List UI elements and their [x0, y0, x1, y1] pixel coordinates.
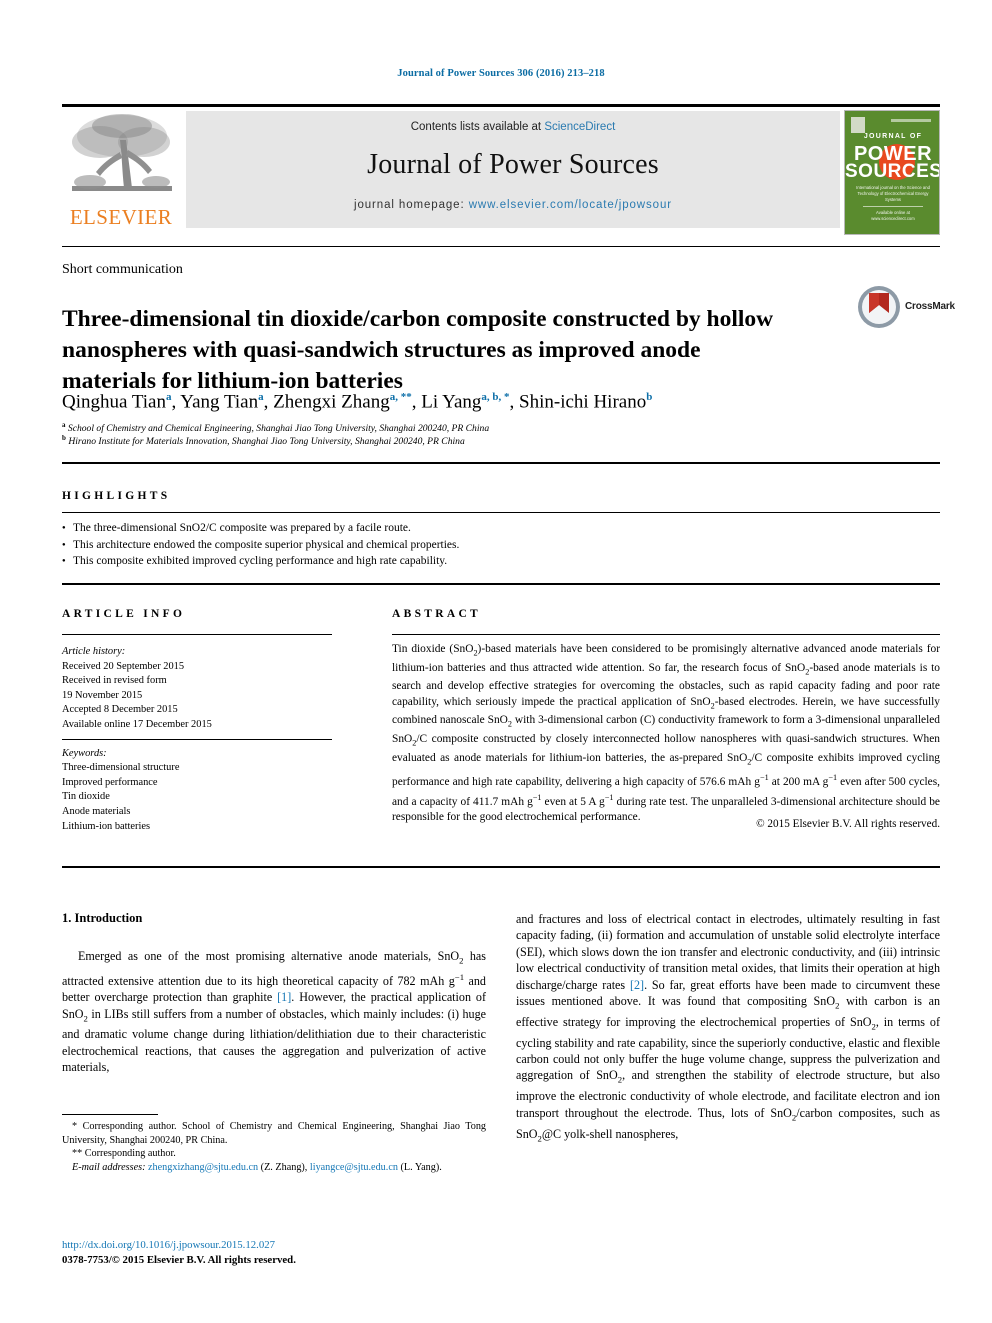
author-marks: a — [166, 391, 172, 403]
citation-link[interactable]: [1] — [277, 990, 291, 1004]
masthead-band: Contents lists available at ScienceDirec… — [186, 111, 840, 228]
abstract-label: ABSTRACT — [392, 608, 482, 620]
journal-homepage-line: journal homepage: www.elsevier.com/locat… — [186, 199, 840, 211]
keyword-item: Lithium-ion batteries — [62, 820, 151, 832]
paper-page: Journal of Power Sources 306 (2016) 213–… — [0, 0, 992, 1323]
author-list: Qinghua Tiana, Yang Tiana, Zhengxi Zhang… — [62, 391, 653, 413]
footnote-corresponding-2: ** Corresponding author. — [72, 1148, 176, 1160]
keywords-rule — [62, 739, 332, 740]
keyword-item: Three-dimensional structure — [62, 762, 180, 774]
journal-title: Journal of Power Sources — [367, 149, 659, 180]
keywords-heading: Keywords: — [62, 747, 107, 759]
footnote-text: Corresponding author. School of Chemistr… — [62, 1121, 487, 1146]
body-column-left: Emerged as one of the most promising alt… — [62, 948, 486, 1076]
email-attrib-1: (Z. Zhang), — [260, 1161, 308, 1173]
paragraph: and fractures and loss of electrical con… — [516, 912, 941, 1143]
article-section-type: Short communication — [62, 262, 183, 277]
homepage-url-link[interactable]: www.elsevier.com/locate/jpowsour — [469, 199, 672, 211]
list-item: The three-dimensional SnO2/C composite w… — [62, 520, 940, 537]
homepage-prefix: journal homepage: — [354, 199, 469, 211]
affiliation-mark: b — [62, 434, 66, 442]
highlight-text: The three-dimensional SnO2/C composite w… — [73, 522, 411, 534]
body-column-right: and fractures and loss of electrical con… — [516, 911, 940, 1146]
abstract-text: Tin dioxide (SnO2)-based materials have … — [392, 643, 941, 823]
highlights-bottom-rule — [62, 583, 940, 585]
affiliation-text: Hirano Institute for Materials Innovatio… — [68, 436, 465, 448]
email-attrib-2: (L. Yang). — [400, 1161, 442, 1173]
abstract-bottom-rule — [62, 866, 940, 868]
author-marks: a, b, * — [481, 391, 510, 403]
affiliation-mark: a — [62, 421, 66, 429]
highlight-text: This architecture endowed the composite … — [73, 538, 460, 551]
footnote-emails: E-mail addresses: zhengxizhang@sjtu.edu.… — [62, 1161, 486, 1175]
article-info-label: ARTICLE INFO — [62, 608, 186, 620]
highlights-divider-rule — [62, 512, 940, 513]
affiliation: b Hirano Institute for Materials Innovat… — [62, 432, 940, 448]
history-line: Received in revised form — [62, 675, 167, 687]
abstract-copyright: © 2015 Elsevier B.V. All rights reserved… — [756, 818, 940, 830]
abstract-rule — [392, 634, 940, 635]
cover-journal-of-label: JOURNAL OF — [863, 133, 923, 140]
list-item: This architecture endowed the composite … — [62, 537, 940, 554]
crossmark-label: CrossMark — [905, 301, 955, 312]
email-link-1[interactable]: zhengxizhang@sjtu.edu.cn — [148, 1162, 258, 1173]
masthead-top-rule — [62, 104, 940, 107]
journal-masthead: ELSEVIER Contents lists available at Sci… — [62, 104, 940, 235]
crossmark-badge[interactable]: CrossMark — [857, 285, 977, 333]
doi-link[interactable]: http://dx.doi.org/10.1016/j.jpowsour.201… — [62, 1239, 275, 1251]
history-line: Accepted 8 December 2015 — [62, 704, 178, 716]
sciencedirect-link[interactable]: ScienceDirect — [544, 121, 615, 133]
masthead-bottom-rule — [62, 246, 940, 247]
keyword-item: Improved performance — [62, 776, 158, 788]
issn-copyright: 0378-7753/© 2015 Elsevier B.V. All right… — [62, 1254, 296, 1266]
crossmark-icon — [857, 285, 901, 329]
keyword-item: Anode materials — [62, 805, 131, 817]
author-marks: a — [258, 391, 264, 403]
author-marks: b — [646, 391, 653, 403]
cover-footer-text: Available online at www.sciencedirect.co… — [863, 206, 923, 222]
citation-link[interactable]: [2] — [630, 978, 644, 992]
history-line: Available online 17 December 2015 — [62, 718, 212, 730]
contents-prefix: Contents lists available at — [410, 121, 545, 133]
email-label: E-mail addresses: — [72, 1161, 146, 1173]
highlights-label: HIGHLIGHTS — [62, 490, 171, 502]
history-line: 19 November 2015 — [62, 689, 143, 701]
elsevier-logo: ELSEVIER — [62, 110, 180, 232]
keyword-item: Tin dioxide — [62, 791, 110, 803]
footnote-block: * Corresponding author. School of Chemis… — [62, 1120, 486, 1174]
history-line: Received 20 September 2015 — [62, 660, 185, 672]
highlights-top-rule — [62, 462, 940, 464]
author-name: Zhengxi Zhang — [273, 391, 390, 413]
highlights-list: The three-dimensional SnO2/C composite w… — [62, 520, 940, 570]
paragraph: Emerged as one of the most promising alt… — [62, 949, 486, 1075]
footnote-corresponding-1: * Corresponding author. School of Chemis… — [62, 1121, 487, 1146]
footnote-text: Corresponding author. — [84, 1148, 176, 1160]
elsevier-wordmark: ELSEVIER — [69, 205, 173, 229]
running-head: Journal of Power Sources 306 (2016) 213–… — [397, 68, 605, 79]
author-marks: a, ** — [389, 391, 412, 403]
page-title: Three-dimensional tin dioxide/carbon com… — [62, 305, 774, 394]
email-link-2[interactable]: liyangce@sjtu.edu.cn — [310, 1162, 398, 1173]
cover-subtitle: International journal on the Science and… — [856, 185, 930, 202]
cover-elsevier-icon — [851, 117, 865, 133]
article-info-rule — [62, 634, 332, 635]
author-name: Li Yang — [421, 391, 482, 413]
cover-sources-label: SOURCES — [845, 161, 940, 182]
cover-top-rule — [891, 119, 931, 122]
list-item: This composite exhibited improved cyclin… — [62, 553, 940, 570]
journal-cover-thumbnail[interactable]: JOURNAL OF POWER SOURCES International j… — [844, 110, 940, 235]
author-name: Shin-ichi Hirano — [519, 391, 647, 413]
article-history-heading: Article history: — [62, 646, 126, 657]
author-name: Qinghua Tian — [62, 391, 166, 413]
section-heading-introduction: 1. Introduction — [62, 911, 143, 925]
footnote-rule — [62, 1114, 158, 1115]
elsevier-tree-icon — [66, 110, 178, 206]
highlight-text: This composite exhibited improved cyclin… — [73, 555, 448, 567]
article-info-column: Article history: Received 20 September 2… — [62, 645, 332, 834]
author-name: Yang Tian — [180, 391, 259, 413]
contents-line: Contents lists available at ScienceDirec… — [186, 121, 840, 133]
